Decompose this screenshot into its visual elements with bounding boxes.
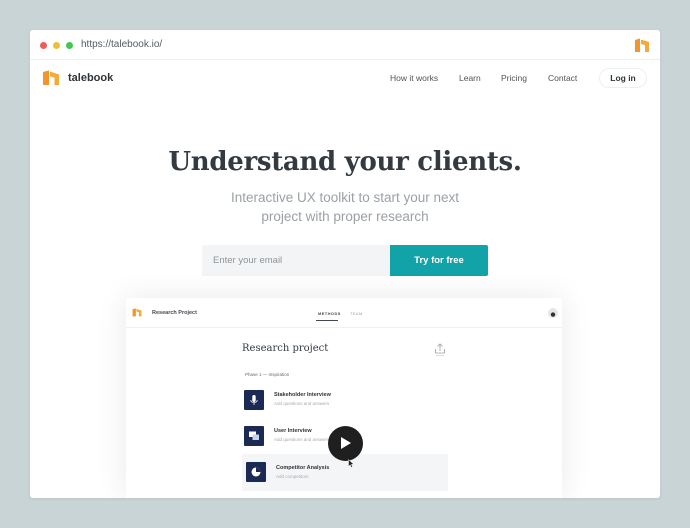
- close-window-dot[interactable]: [40, 42, 47, 49]
- mouse-cursor-icon: [348, 459, 355, 468]
- method-name: Stakeholder Interview: [274, 392, 331, 398]
- phase-label: Phase 1 — Inspiration: [245, 372, 290, 377]
- user-avatar[interactable]: [548, 308, 558, 318]
- nav-pricing[interactable]: Pricing: [501, 73, 527, 83]
- nav-how-it-works[interactable]: How it works: [390, 73, 438, 83]
- method-name: Competitor Analysis: [276, 465, 330, 471]
- login-button[interactable]: Log in: [599, 68, 647, 88]
- method-name: User Interview: [274, 428, 312, 434]
- hero-title: Understand your clients.: [168, 147, 522, 177]
- play-video-button[interactable]: [328, 426, 363, 461]
- preview-logo-icon: [132, 308, 142, 317]
- nav-contact[interactable]: Contact: [548, 73, 577, 83]
- minimize-window-dot[interactable]: [53, 42, 60, 49]
- method-description: Add competitors: [276, 474, 309, 479]
- try-for-free-button[interactable]: Try for free: [390, 245, 488, 276]
- preview-header-divider: [126, 327, 562, 328]
- talebook-logo-icon[interactable]: [42, 70, 60, 86]
- browser-toolbar: https://talebook.io/: [30, 30, 660, 60]
- preview-heading: Research project: [242, 343, 329, 354]
- play-icon: [341, 437, 351, 449]
- microphone-icon: [244, 390, 264, 410]
- method-description: Add questions and answers: [274, 437, 330, 442]
- preview-tab-team[interactable]: TEAM: [350, 311, 363, 316]
- address-bar[interactable]: https://talebook.io/: [81, 39, 162, 50]
- talebook-extension-icon[interactable]: [634, 38, 650, 53]
- chat-icon: [244, 426, 264, 446]
- browser-window: https://talebook.io/ talebook How it wor…: [30, 30, 660, 498]
- pie-chart-icon: [246, 462, 266, 482]
- preview-tab-methods[interactable]: METHODS: [318, 311, 341, 316]
- maximize-window-dot[interactable]: [66, 42, 73, 49]
- method-description: Add questions and answers: [274, 401, 330, 406]
- method-item-stakeholder-interview[interactable]: Stakeholder Interview Add questions and …: [244, 385, 446, 415]
- email-input[interactable]: [202, 245, 390, 276]
- nav-learn[interactable]: Learn: [459, 73, 481, 83]
- hero-subtitle: Interactive UX toolkit to start your nex…: [230, 190, 460, 224]
- preview-app-title: Research Project: [152, 310, 197, 316]
- upload-icon[interactable]: [434, 343, 446, 357]
- active-tab-underline: [316, 320, 338, 321]
- brand-name[interactable]: talebook: [68, 72, 113, 84]
